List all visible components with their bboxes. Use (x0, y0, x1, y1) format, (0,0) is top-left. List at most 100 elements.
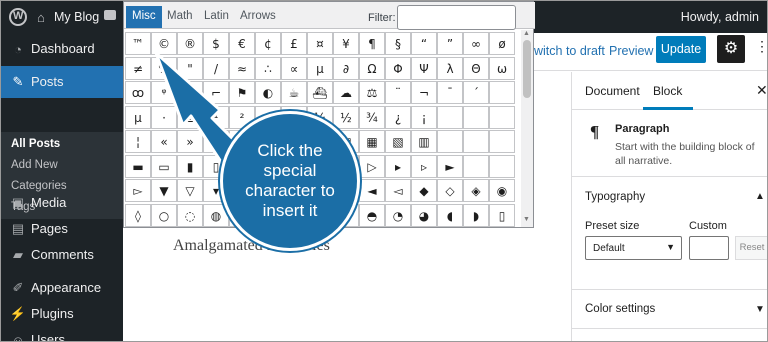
character-cell[interactable]: ´ (463, 81, 489, 104)
scroll-thumb[interactable] (523, 40, 531, 98)
switch-to-draft-button[interactable]: witch to draft (534, 44, 605, 58)
character-cell[interactable]: ☕ (281, 81, 307, 104)
character-cell[interactable]: ☁ (333, 81, 359, 104)
character-cell[interactable]: ▭ (151, 155, 177, 178)
character-cell[interactable]: µ (125, 106, 151, 129)
character-cell[interactable]: ◖ (437, 204, 463, 227)
sidebar-item-dashboard[interactable]: ◔ Dashboard (1, 33, 123, 65)
tab-arrows[interactable]: Arrows (234, 6, 282, 28)
character-cell[interactable]: ▽ (177, 179, 203, 202)
character-cell[interactable]: ꝏ (125, 81, 151, 104)
character-cell[interactable]: ▥ (411, 130, 437, 153)
character-cell[interactable]: € (229, 32, 255, 55)
character-cell[interactable]: Φ (385, 57, 411, 80)
character-cell[interactable] (489, 106, 515, 129)
character-cell[interactable] (463, 155, 489, 178)
tab-block[interactable]: Block (653, 84, 682, 98)
character-cell[interactable]: ◓ (359, 204, 385, 227)
character-cell[interactable]: Ω (359, 57, 385, 80)
sidebar-item-users[interactable]: ☺ Users (1, 324, 123, 341)
update-button[interactable]: Update (656, 36, 706, 63)
character-cell[interactable]: ◗ (463, 204, 489, 227)
character-cell[interactable]: ≠ (125, 57, 151, 80)
character-cell[interactable]: § (385, 32, 411, 55)
account-greeting[interactable]: Howdy, admin (681, 10, 759, 24)
character-cell[interactable]: ¤ (307, 32, 333, 55)
character-cell[interactable]: ■ (203, 130, 229, 153)
character-cell[interactable]: ◆ (411, 179, 437, 202)
character-cell[interactable]: Θ (463, 57, 489, 80)
custom-size-input[interactable] (689, 236, 729, 260)
character-cell[interactable]: ► (437, 155, 463, 178)
character-cell[interactable]: µ (307, 57, 333, 80)
character-cell[interactable]: · (151, 106, 177, 129)
character-cell[interactable]: ¬ (411, 81, 437, 104)
submenu-add-new[interactable]: Add New (11, 159, 58, 171)
character-cell[interactable]: ◔ (385, 204, 411, 227)
character-cell[interactable]: ▧ (385, 130, 411, 153)
close-icon[interactable]: ✕ (756, 82, 767, 99)
character-cell[interactable]: ◄ (359, 179, 385, 202)
reset-button[interactable]: Reset (735, 236, 767, 260)
character-cell[interactable]: ▦ (359, 130, 385, 153)
character-cell[interactable]: ◇ (437, 179, 463, 202)
character-cell[interactable] (489, 155, 515, 178)
character-cell[interactable] (463, 106, 489, 129)
character-cell[interactable]: ¹ (203, 106, 229, 129)
character-cell[interactable]: « (151, 130, 177, 153)
character-cell[interactable]: » (177, 130, 203, 153)
character-cell[interactable]: ▸ (385, 155, 411, 178)
character-cell[interactable]: ▬ (125, 155, 151, 178)
character-cell[interactable]: “ (411, 32, 437, 55)
character-cell[interactable]: ∴ (255, 57, 281, 80)
character-cell[interactable]: ᵠ (151, 81, 177, 104)
character-cell[interactable]: ¾ (359, 106, 385, 129)
character-cell[interactable]: Ͼ (177, 81, 203, 104)
home-icon[interactable]: ⌂ (37, 10, 45, 25)
character-cell[interactable]: ▷ (359, 155, 385, 178)
character-cell[interactable] (437, 106, 463, 129)
charmap-scrollbar[interactable]: ▲ ▼ (521, 30, 533, 227)
character-cell[interactable]: ® (177, 32, 203, 55)
character-cell[interactable]: ¡ (411, 106, 437, 129)
tab-misc[interactable]: Misc (126, 6, 162, 28)
character-cell[interactable]: ▮ (177, 155, 203, 178)
character-cell[interactable]: ≈ (229, 57, 255, 80)
typography-section-title[interactable]: Typography (585, 191, 645, 203)
character-cell[interactable]: ▯ (489, 204, 515, 227)
tab-latin[interactable]: Latin (198, 6, 235, 28)
sidebar-item-posts[interactable]: ✎ Posts (1, 66, 123, 98)
character-cell[interactable]: £ (281, 32, 307, 55)
character-cell[interactable] (489, 81, 515, 104)
character-cell[interactable]: / (203, 57, 229, 80)
preset-size-select[interactable]: Default ▼ (585, 236, 682, 260)
sidebar-item-comments[interactable]: ▰ Comments (1, 239, 123, 271)
character-cell[interactable]: ◌ (177, 204, 203, 227)
character-cell[interactable]: ◊ (125, 204, 151, 227)
character-cell[interactable]: ¶ (359, 32, 385, 55)
character-cell[interactable]: λ (437, 57, 463, 80)
tab-document[interactable]: Document (585, 84, 640, 98)
character-cell[interactable]: ω (489, 57, 515, 80)
color-settings-section-title[interactable]: Color settings (585, 303, 655, 315)
site-name-link[interactable]: My Blog (54, 10, 99, 24)
character-cell[interactable]: ◕ (411, 204, 437, 227)
character-cell[interactable]: ∝ (281, 57, 307, 80)
character-cell[interactable]: " (177, 57, 203, 80)
scroll-up-icon[interactable]: ▲ (523, 30, 530, 37)
character-cell[interactable]: ¥ (333, 32, 359, 55)
character-cell[interactable] (437, 130, 463, 153)
character-cell[interactable]: ◐ (255, 81, 281, 104)
character-cell[interactable]: % (151, 57, 177, 80)
tab-math[interactable]: Math (161, 6, 199, 28)
character-cell[interactable]: ⌐ (203, 81, 229, 104)
character-cell[interactable]: ¨ (385, 81, 411, 104)
preview-button[interactable]: Preview (609, 44, 653, 58)
submenu-all-posts[interactable]: All Posts (11, 138, 60, 150)
character-cell[interactable]: ø (489, 32, 515, 55)
character-cell[interactable]: ○ (151, 204, 177, 227)
settings-gear-icon[interactable]: ⚙ (717, 35, 745, 63)
character-cell[interactable]: ◅ (385, 179, 411, 202)
character-cell[interactable]: ⚖ (359, 81, 385, 104)
character-cell[interactable]: ◈ (463, 179, 489, 202)
